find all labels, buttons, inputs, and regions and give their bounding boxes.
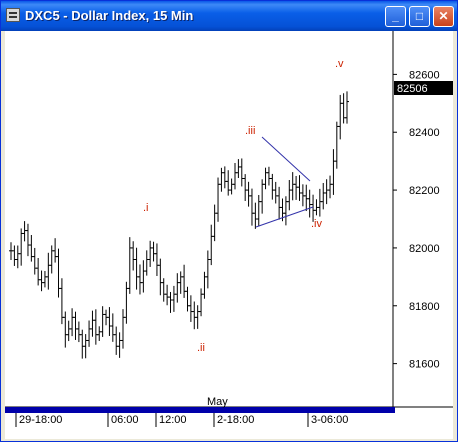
price-axis-label: 82400 bbox=[409, 127, 440, 139]
time-axis-label: 3-06:00 bbox=[311, 414, 348, 426]
time-axis: 29-18:00 06:00 12:00 2-18:00 3-06:00 bbox=[15, 413, 348, 427]
price-axis-label: 82200 bbox=[409, 185, 440, 197]
chart-area[interactable]: 82600 82400 82200 82000 81800 81600 29-18:00 0… bbox=[5, 31, 453, 439]
wave-label-i: .i bbox=[143, 202, 149, 214]
price-axis-label: 81600 bbox=[409, 359, 440, 371]
price-axis-label: 82000 bbox=[409, 243, 440, 255]
chart-window: DXC5 - Dollar Index, 15 Min _ □ ✕ 82600 8… bbox=[0, 0, 458, 442]
minimize-button[interactable]: _ bbox=[385, 6, 406, 27]
close-button[interactable]: ✕ bbox=[433, 6, 454, 27]
last-price-label: 82506 bbox=[397, 83, 428, 95]
price-axis-label: 81800 bbox=[409, 301, 440, 313]
month-label: May bbox=[207, 396, 228, 408]
price-axis: 82600 82400 82200 82000 81800 81600 bbox=[393, 69, 440, 371]
title-bar[interactable]: DXC5 - Dollar Index, 15 Min _ □ ✕ bbox=[1, 1, 457, 31]
price-axis-label: 82600 bbox=[409, 69, 440, 81]
maximize-button[interactable]: □ bbox=[409, 6, 430, 27]
wave-label-v: .v bbox=[335, 58, 344, 70]
time-axis-label: 29-18:00 bbox=[19, 414, 62, 426]
wave-label-iii: .iii bbox=[245, 125, 255, 137]
price-chart[interactable]: 82600 82400 82200 82000 81800 81600 29-18:00 0… bbox=[5, 31, 453, 439]
time-axis-label: 12:00 bbox=[159, 414, 187, 426]
wave-label-iv: .iv bbox=[311, 218, 323, 230]
chart-app-icon[interactable] bbox=[6, 8, 20, 22]
time-axis-label: 2-18:00 bbox=[217, 414, 254, 426]
time-axis-label: 06:00 bbox=[111, 414, 139, 426]
time-axis-bar bbox=[5, 407, 395, 413]
wave-label-ii: .ii bbox=[197, 342, 205, 354]
window-title: DXC5 - Dollar Index, 15 Min bbox=[25, 8, 194, 23]
